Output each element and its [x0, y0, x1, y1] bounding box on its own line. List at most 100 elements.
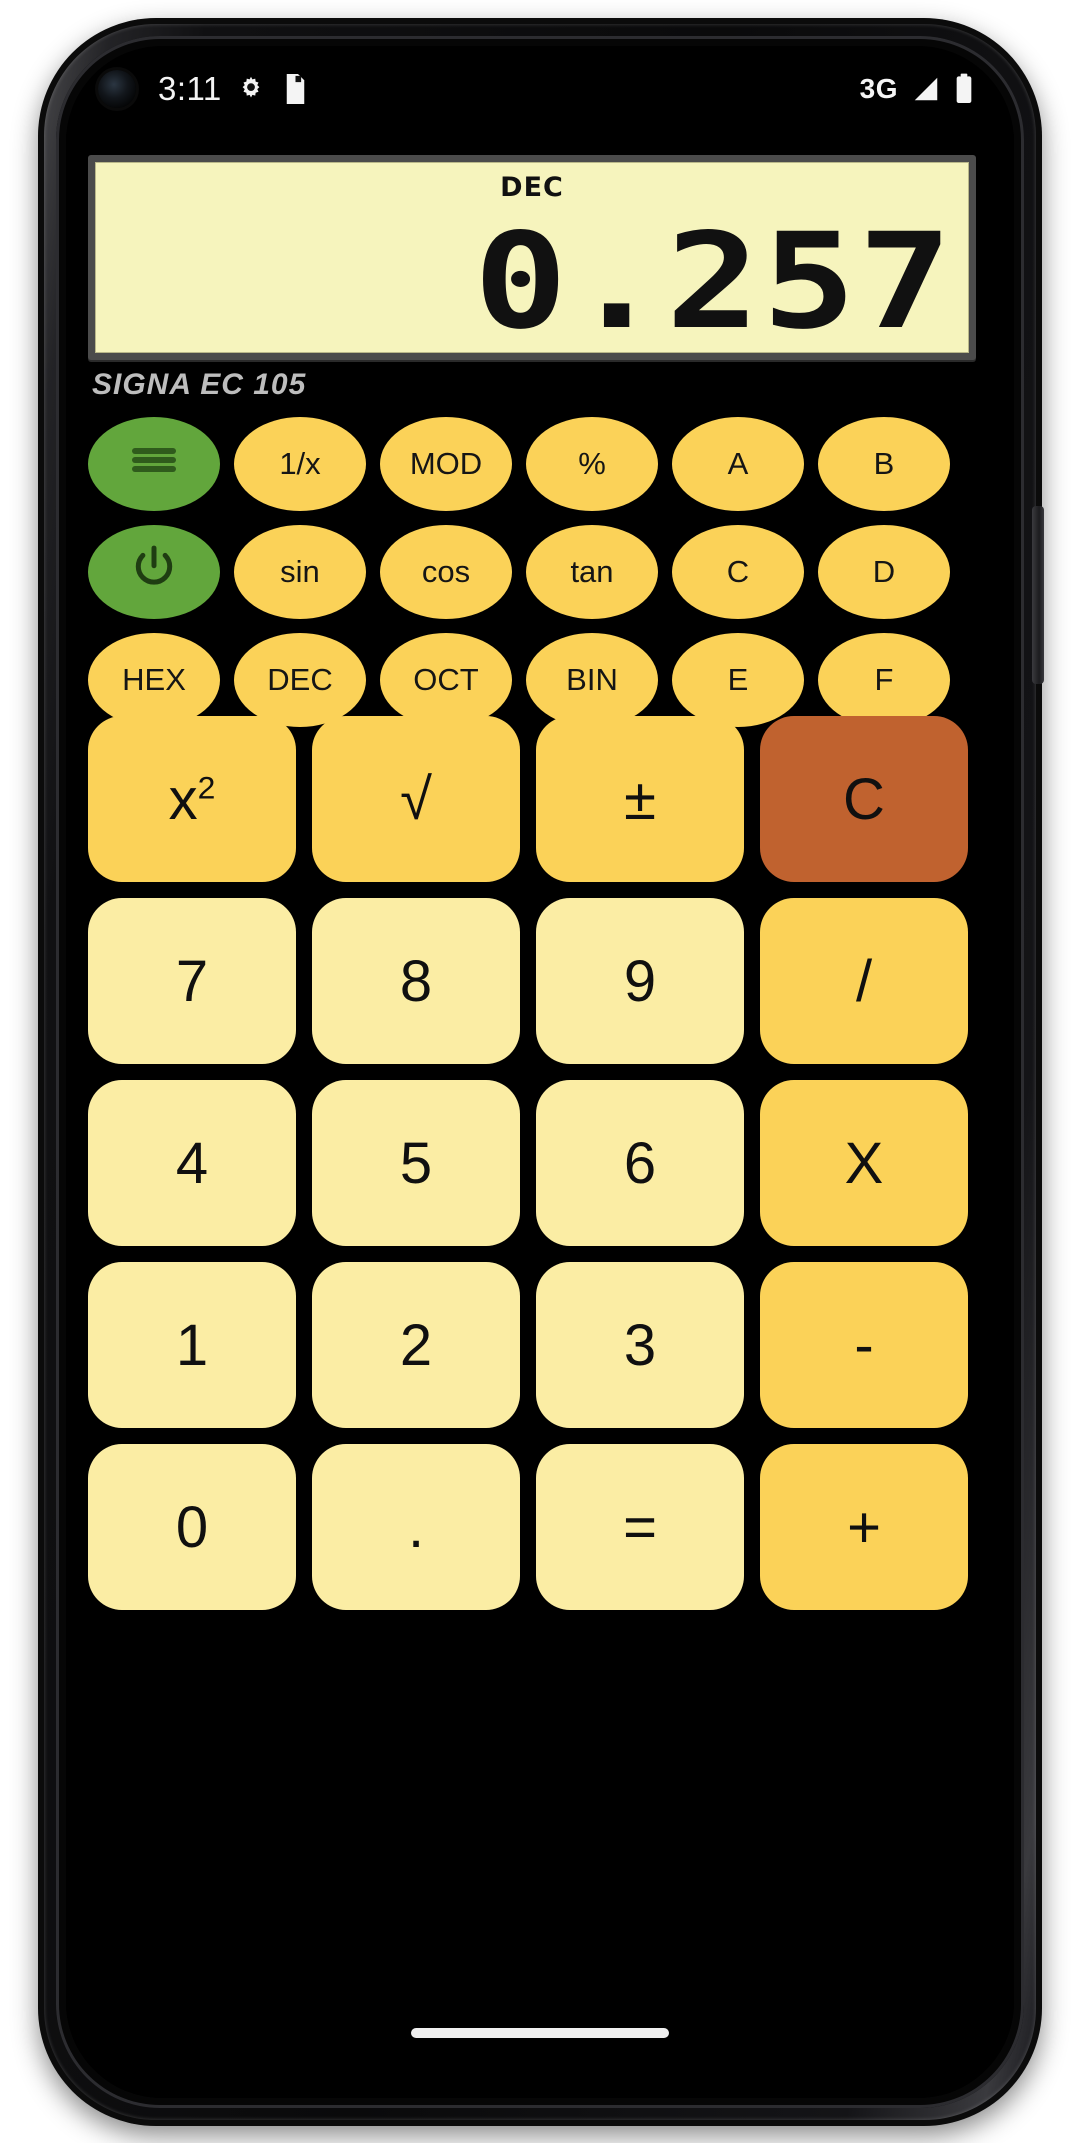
cos-button[interactable]: cos: [380, 525, 512, 619]
keypad-key-label: 4: [175, 1130, 209, 1196]
keypad-key-label: x2: [168, 766, 216, 832]
digit-1-button[interactable]: 1: [88, 1262, 296, 1428]
hex-mode-button[interactable]: HEX: [88, 633, 220, 727]
digit-3-button[interactable]: 3: [536, 1262, 744, 1428]
lcd-display-bezel: DEC 0.257: [88, 155, 976, 360]
keypad-key-label: 9: [623, 948, 657, 1014]
status-bar-clock: 3:11: [158, 70, 222, 107]
percent-button[interactable]: %: [526, 417, 658, 511]
dec-mode-button[interactable]: DEC: [234, 633, 366, 727]
phone-screen: 3:11 3G DEC 0.257 SIGNA EC 105 1/x MOD %…: [66, 46, 1014, 2098]
menu-button[interactable]: [88, 417, 220, 511]
network-type-label: 3G: [859, 73, 898, 104]
subtract-button[interactable]: -: [760, 1262, 968, 1428]
navigation-gesture-bar[interactable]: [411, 2028, 669, 2038]
function-key-label: DEC: [267, 662, 333, 697]
power-icon: [131, 543, 177, 601]
decimal-point-button[interactable]: .: [312, 1444, 520, 1610]
gear-icon: [236, 74, 266, 104]
sd-card-icon: [280, 74, 306, 104]
keypad-key-label: ±: [624, 766, 656, 832]
power-button[interactable]: [88, 525, 220, 619]
keypad-row: 0. = +: [88, 1444, 992, 1610]
square-button[interactable]: x2: [88, 716, 296, 882]
hex-c-button[interactable]: C: [672, 525, 804, 619]
function-key-label: F: [874, 662, 894, 697]
function-key-label: MOD: [409, 446, 483, 481]
hex-a-button[interactable]: A: [672, 417, 804, 511]
add-button[interactable]: +: [760, 1444, 968, 1610]
keypad-key-label: 7: [175, 948, 209, 1014]
digit-7-button[interactable]: 7: [88, 898, 296, 1064]
keypad-key-label: 2: [399, 1312, 433, 1378]
digit-8-button[interactable]: 8: [312, 898, 520, 1064]
bin-mode-button[interactable]: BIN: [526, 633, 658, 727]
keypad-key-label: =: [623, 1494, 657, 1560]
keypad-row: 1 2 3 -: [88, 1262, 992, 1428]
hex-f-button[interactable]: F: [818, 633, 950, 727]
digit-2-button[interactable]: 2: [312, 1262, 520, 1428]
hex-e-button[interactable]: E: [672, 633, 804, 727]
phone-side-button[interactable]: [1032, 506, 1044, 684]
brand-label: SIGNA EC 105: [92, 368, 307, 401]
function-key-label: sin: [280, 554, 320, 589]
function-key-label: E: [727, 662, 749, 697]
screenshot-canvas: 3:11 3G DEC 0.257 SIGNA EC 105 1/x MOD %…: [0, 0, 1080, 2143]
display-value: 0.257: [473, 205, 954, 353]
calculator-app: DEC 0.257 SIGNA EC 105 1/x MOD% A Bsin cos ta…: [66, 132, 1014, 2098]
display-mode-label: DEC: [500, 172, 564, 203]
equals-button[interactable]: =: [536, 1444, 744, 1610]
multiply-button[interactable]: X: [760, 1080, 968, 1246]
function-key-label: A: [727, 446, 749, 481]
keypad-row: 7 8 9 /: [88, 898, 992, 1064]
status-bar: 3:11 3G: [66, 46, 1014, 132]
function-key-label: HEX: [122, 662, 186, 697]
function-key-label: B: [873, 446, 895, 481]
function-key-label: C: [726, 554, 750, 589]
keypad-key-label: 5: [399, 1130, 433, 1196]
sin-button[interactable]: sin: [234, 525, 366, 619]
status-bar-left: 3:11: [66, 70, 860, 108]
keypad-key-label: 6: [623, 1130, 657, 1196]
function-key-row: HEX DEC OCT BIN E F: [88, 633, 992, 727]
sign-toggle-button[interactable]: ±: [536, 716, 744, 882]
keypad-key-label: -: [854, 1312, 874, 1378]
oct-mode-button[interactable]: OCT: [380, 633, 512, 727]
mod-button[interactable]: MOD: [380, 417, 512, 511]
digit-0-button[interactable]: 0: [88, 1444, 296, 1610]
clear-button[interactable]: C: [760, 716, 968, 882]
function-key-rows: 1/x MOD% A Bsin cos tan C D HEX DEC OCT BIN E F: [88, 417, 992, 741]
function-key-row: 1/x MOD% A B: [88, 417, 992, 511]
camera-punch-hole-icon: [98, 70, 136, 108]
keypad-key-label: 0: [175, 1494, 209, 1560]
keypad-row: 4 5 6 X: [88, 1080, 992, 1246]
digit-9-button[interactable]: 9: [536, 898, 744, 1064]
keypad: x2 √ ± C 7 8 9 / 4 5 6 X 1 2 3 - 0. = +: [88, 716, 992, 1626]
keypad-key-label: 8: [399, 948, 433, 1014]
digit-4-button[interactable]: 4: [88, 1080, 296, 1246]
function-key-label: %: [578, 446, 606, 481]
function-key-label: OCT: [413, 662, 479, 697]
lcd-display: DEC 0.257: [95, 162, 969, 353]
keypad-key-label: /: [855, 948, 873, 1014]
hex-b-button[interactable]: B: [818, 417, 950, 511]
sqrt-button[interactable]: √: [312, 716, 520, 882]
tan-button[interactable]: tan: [526, 525, 658, 619]
status-bar-right: 3G: [860, 73, 1014, 105]
digit-5-button[interactable]: 5: [312, 1080, 520, 1246]
function-key-label: tan: [570, 554, 614, 589]
hamburger-menu-icon: [126, 442, 182, 486]
digit-6-button[interactable]: 6: [536, 1080, 744, 1246]
battery-icon: [954, 73, 974, 105]
reciprocal-button[interactable]: 1/x: [234, 417, 366, 511]
hex-d-button[interactable]: D: [818, 525, 950, 619]
function-key-label: BIN: [566, 662, 618, 697]
keypad-key-label: C: [843, 766, 885, 832]
keypad-key-label: +: [847, 1494, 881, 1560]
function-key-row: sin cos tan C D: [88, 525, 992, 619]
function-key-label: cos: [421, 554, 471, 589]
divide-button[interactable]: /: [760, 898, 968, 1064]
function-key-label: D: [872, 554, 896, 589]
keypad-key-label: 3: [623, 1312, 657, 1378]
keypad-row: x2 √ ± C: [88, 716, 992, 882]
